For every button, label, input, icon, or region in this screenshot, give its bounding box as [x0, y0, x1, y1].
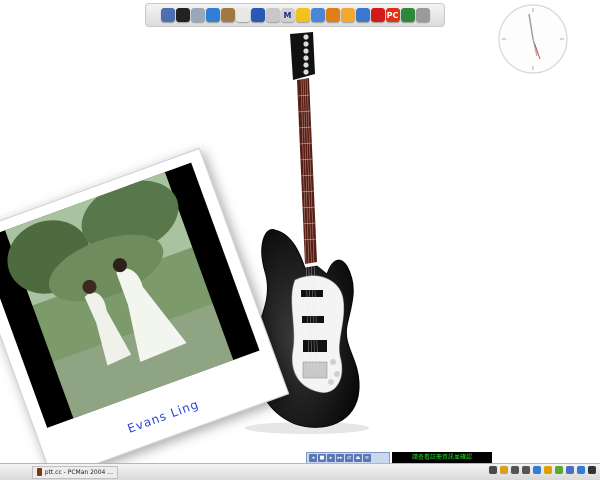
pcman-icon [37, 468, 42, 476]
media-eject-icon[interactable]: ⏏ [354, 454, 362, 462]
guitar-headstock [290, 32, 315, 80]
dock-emoticon-icon[interactable] [325, 8, 340, 22]
taskbar-item-pcman[interactable]: ptt.cc - PCMan 2004 ... [32, 465, 118, 479]
tray-network-icon[interactable] [533, 466, 541, 474]
tray-plus-icon[interactable] [511, 466, 519, 474]
tray-speaker-icon[interactable] [522, 466, 530, 474]
clock-widget[interactable] [496, 2, 570, 76]
tray-search-icon[interactable] [588, 466, 596, 474]
system-tray [489, 466, 596, 474]
taskbar: ptt.cc - PCMan 2004 ... [0, 463, 600, 480]
dock-dashboard-icon[interactable] [175, 8, 190, 22]
guitar-pickup-middle [302, 316, 324, 323]
dock-safari-icon[interactable] [205, 8, 220, 22]
tray-chat-icon[interactable] [489, 466, 497, 474]
dock-messenger-icon[interactable] [295, 8, 310, 22]
dock-finder-icon[interactable] [160, 8, 175, 22]
dock: M PC [145, 3, 445, 27]
guitar-pickup-neck [301, 290, 323, 297]
dock-record-icon[interactable] [370, 8, 385, 22]
taskbar-item-label: ptt.cc - PCMan 2004 ... [44, 468, 113, 476]
tray-warning-icon[interactable] [544, 466, 552, 474]
dock-ical-icon[interactable] [235, 8, 250, 22]
dock-itunes-icon[interactable] [310, 8, 325, 22]
tray-shield-icon[interactable] [500, 466, 508, 474]
media-prev-icon[interactable]: ◂ [309, 454, 317, 462]
tray-ie-icon[interactable] [577, 466, 585, 474]
dock-network-icon[interactable] [400, 8, 415, 22]
dock-system-preferences-icon[interactable] [250, 8, 265, 22]
media-stop-icon[interactable]: ■ [318, 454, 326, 462]
dock-adium-icon[interactable] [340, 8, 355, 22]
dock-preview-icon[interactable] [265, 8, 280, 22]
media-play-icon[interactable]: ▸ [327, 454, 335, 462]
tray-display-icon[interactable] [566, 466, 574, 474]
dock-trash-icon[interactable] [415, 8, 430, 22]
media-shuffle-icon[interactable]: ⇄ [345, 454, 353, 462]
media-menu-icon[interactable]: ≡ [363, 454, 371, 462]
tray-color-icon[interactable] [555, 466, 563, 474]
guitar-pickup-bridge [303, 340, 327, 352]
dock-pc-game-icon[interactable]: PC [385, 8, 400, 22]
dock-mail-icon[interactable] [190, 8, 205, 22]
dock-pictures-icon[interactable] [355, 8, 370, 22]
dock-address-book-icon[interactable] [220, 8, 235, 22]
guitar-neck [297, 78, 317, 264]
media-next-icon[interactable]: ▸▸ [336, 454, 344, 462]
dock-mail-m-icon[interactable]: M [280, 8, 295, 22]
